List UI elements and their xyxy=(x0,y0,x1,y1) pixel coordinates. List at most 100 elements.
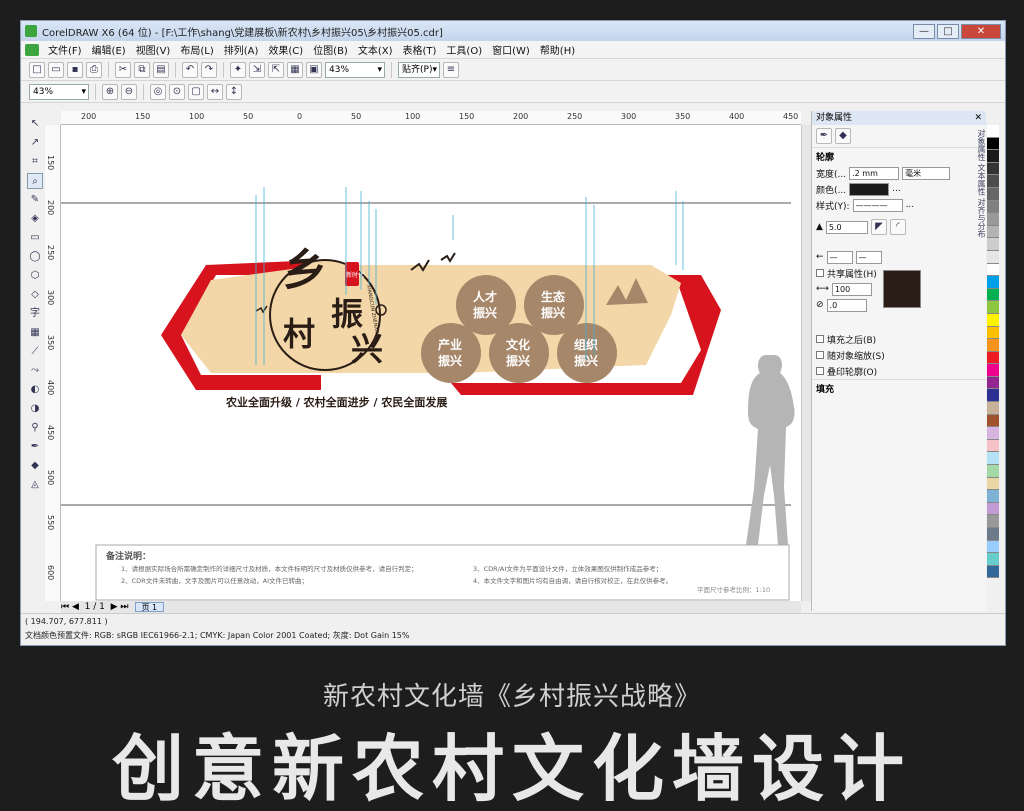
outline-color-swatch[interactable] xyxy=(849,182,890,196)
palette-swatch[interactable] xyxy=(987,150,999,163)
corner-miter-icon[interactable]: ◤ xyxy=(870,219,887,235)
smart-fill-icon[interactable]: ◈ xyxy=(27,211,43,227)
corner-round-icon[interactable]: ◜ xyxy=(889,219,906,235)
connector-tool-icon[interactable]: ⤳ xyxy=(27,363,43,379)
menu-effects[interactable]: 效果(C) xyxy=(263,42,308,57)
palette-swatch[interactable] xyxy=(987,301,999,314)
pick-tool-icon[interactable]: ↖ xyxy=(27,116,43,132)
maximize-button[interactable]: □ xyxy=(937,23,959,39)
palette-swatch[interactable] xyxy=(987,263,999,277)
palette-swatch[interactable] xyxy=(987,364,999,377)
welcome-icon[interactable]: ▣ xyxy=(306,61,322,78)
palette-swatch[interactable] xyxy=(987,250,999,264)
menu-arrange[interactable]: 排列(A) xyxy=(219,42,264,57)
open-icon[interactable]: ▭ xyxy=(48,61,64,78)
close-button[interactable]: ✕ xyxy=(961,23,1001,39)
menu-edit[interactable]: 编辑(E) xyxy=(87,42,131,57)
menu-text[interactable]: 文本(X) xyxy=(353,42,398,57)
palette-swatch[interactable] xyxy=(987,553,999,566)
undo-icon[interactable]: ↶ xyxy=(182,61,198,78)
page-navigator[interactable]: ⏮ ◀ 1 / 1 ▶ ⏭ 页 1 xyxy=(61,601,801,613)
palette-swatch[interactable] xyxy=(987,238,999,251)
palette-swatch[interactable] xyxy=(987,502,999,516)
polygon-tool-icon[interactable]: ⬡ xyxy=(27,268,43,284)
eyedropper-tool-icon[interactable]: ⚲ xyxy=(27,420,43,436)
palette-swatch[interactable] xyxy=(987,351,999,365)
color-more-button[interactable]: ... xyxy=(892,184,901,194)
fill-bucket-icon[interactable]: ◆ xyxy=(835,128,851,144)
print-icon[interactable]: ⎙ xyxy=(86,61,102,78)
stretch-field[interactable]: 100 xyxy=(831,282,872,296)
save-icon[interactable]: ▪ xyxy=(67,61,83,78)
docker-close-icon[interactable]: ✕ xyxy=(974,111,982,125)
menu-table[interactable]: 表格(T) xyxy=(398,42,442,57)
start-arrow-select[interactable]: — xyxy=(826,250,853,264)
fill-section[interactable]: 填充 xyxy=(812,379,986,397)
line-style-select[interactable]: ———— xyxy=(852,198,903,212)
menu-file[interactable]: 文件(F) xyxy=(43,42,87,57)
zoom-all-icon[interactable]: ⊙ xyxy=(169,83,185,100)
zoom-level-combo[interactable]: 43% xyxy=(325,61,385,78)
menu-tools[interactable]: 工具(O) xyxy=(441,42,487,57)
blend-tool-icon[interactable]: ◐ xyxy=(27,382,43,398)
scale-with-object-checkbox[interactable] xyxy=(816,351,824,359)
drawing-canvas[interactable]: 乡 村 振 兴 新时代 XIANGCUN ZHENXING 人才 振兴 生态 振… xyxy=(61,125,801,601)
palette-swatch[interactable] xyxy=(987,465,999,478)
docker-tabs[interactable]: 对象属性 文本属性 对齐与分布 xyxy=(974,129,987,329)
palette-swatch[interactable] xyxy=(987,414,999,428)
copy-icon[interactable]: ⧉ xyxy=(134,61,150,78)
behind-fill-checkbox[interactable] xyxy=(816,335,824,343)
menu-view[interactable]: 视图(V) xyxy=(131,42,176,57)
zoom-out-icon[interactable]: ⊖ xyxy=(121,83,137,100)
zoom-selected-icon[interactable]: ◎ xyxy=(150,83,166,100)
search-content-icon[interactable]: ✦ xyxy=(230,61,246,78)
palette-swatch[interactable] xyxy=(987,389,999,403)
options-icon[interactable]: ≡ xyxy=(443,61,459,78)
redo-icon[interactable]: ↷ xyxy=(201,61,217,78)
outline-section[interactable]: 轮廓 xyxy=(812,147,986,165)
import-icon[interactable]: ⇲ xyxy=(249,61,265,78)
width-field[interactable]: .2 mm xyxy=(849,166,900,180)
paste-icon[interactable]: ▤ xyxy=(153,61,169,78)
palette-swatch[interactable] xyxy=(987,477,999,491)
last-page-icon[interactable]: ⏭ xyxy=(120,602,128,612)
text-tool-icon[interactable]: 字 xyxy=(27,306,43,322)
palette-swatch[interactable] xyxy=(987,528,999,541)
zoom-height-icon[interactable]: ↕ xyxy=(226,83,242,100)
unit-select[interactable]: 毫米 xyxy=(902,166,951,180)
zoom-tool-icon[interactable]: ⌕ xyxy=(27,173,43,189)
basic-shapes-icon[interactable]: ◇ xyxy=(27,287,43,303)
transparency-tool-icon[interactable]: ◑ xyxy=(27,401,43,417)
freehand-tool-icon[interactable]: ✎ xyxy=(27,192,43,208)
palette-swatch[interactable] xyxy=(987,339,999,352)
dimension-tool-icon[interactable]: ⟋ xyxy=(27,344,43,360)
launcher-icon[interactable]: ▦ xyxy=(287,61,303,78)
share-attributes-checkbox[interactable] xyxy=(816,269,824,277)
palette-swatch[interactable] xyxy=(987,439,999,453)
palette-swatch[interactable] xyxy=(987,326,999,340)
palette-swatch[interactable] xyxy=(987,175,999,188)
miter-field[interactable]: 5.0 xyxy=(825,220,868,234)
new-icon[interactable]: □ xyxy=(29,61,45,78)
palette-swatch[interactable] xyxy=(987,540,999,554)
angle-field[interactable]: .0 xyxy=(826,298,867,312)
zoom-width-icon[interactable]: ↔ xyxy=(207,83,223,100)
first-page-icon[interactable]: ⏮ xyxy=(61,602,69,612)
palette-swatch[interactable] xyxy=(987,515,999,528)
snap-to-combo[interactable]: 贴齐(P) xyxy=(398,61,440,78)
palette-swatch[interactable] xyxy=(987,137,999,151)
palette-swatch[interactable] xyxy=(987,187,999,201)
fill-tool-icon[interactable]: ◆ xyxy=(27,458,43,474)
palette-swatch[interactable] xyxy=(987,490,999,503)
shape-tool-icon[interactable]: ↗ xyxy=(27,135,43,151)
next-page-icon[interactable]: ▶ xyxy=(111,602,118,612)
color-palette[interactable] xyxy=(987,125,1001,605)
menu-layout[interactable]: 布局(L) xyxy=(175,42,218,57)
palette-swatch[interactable] xyxy=(987,200,999,214)
table-tool-icon[interactable]: ▦ xyxy=(27,325,43,341)
palette-swatch[interactable] xyxy=(987,376,999,390)
prev-page-icon[interactable]: ◀ xyxy=(72,602,79,612)
overprint-checkbox[interactable] xyxy=(816,367,824,375)
zoom-in-icon[interactable]: ⊕ xyxy=(102,83,118,100)
style-more-button[interactable]: ... xyxy=(906,200,915,210)
